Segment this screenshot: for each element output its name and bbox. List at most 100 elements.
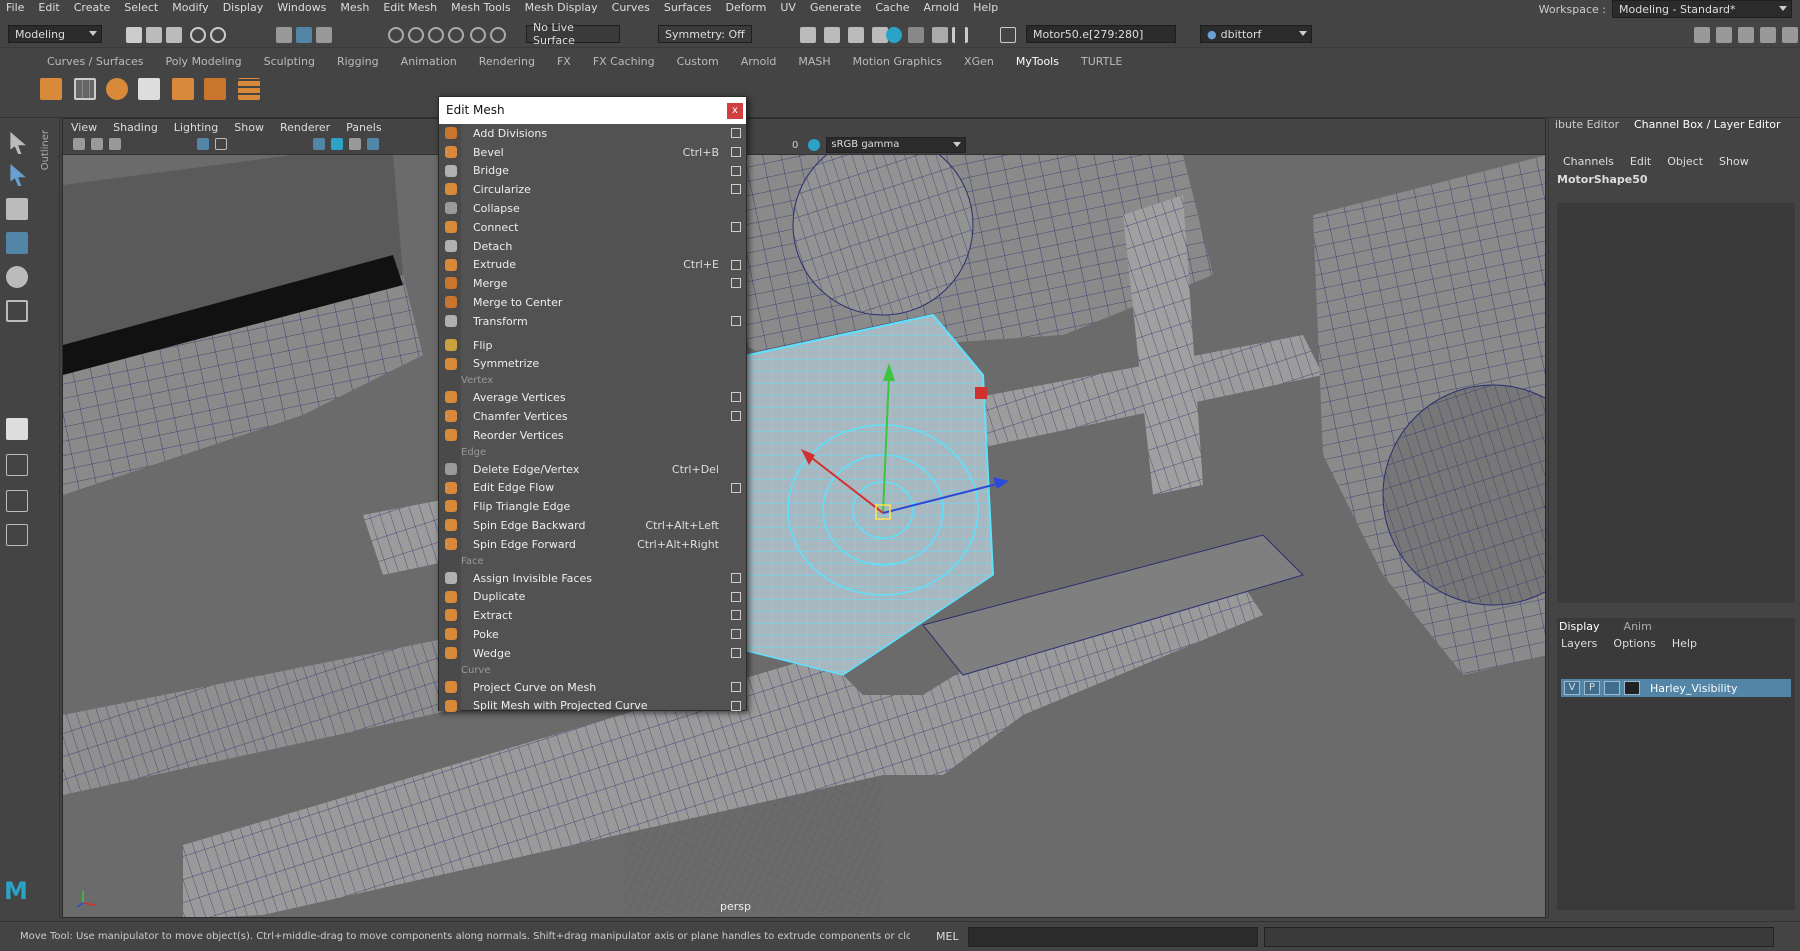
tool-settings-icon[interactable] [1738,27,1754,43]
menu-file[interactable]: File [0,1,32,14]
two-view-icon[interactable] [6,490,28,512]
channel-menu-edit[interactable]: Edit [1630,155,1651,168]
scale-tool-icon[interactable] [6,300,28,322]
layer-playback-toggle[interactable]: P [1584,681,1600,695]
outliner-strip[interactable]: Outliner [34,118,60,918]
menu-help[interactable]: Help [967,1,1006,14]
snap-surface-icon[interactable] [470,27,486,43]
menu-item-merge-to-center[interactable]: Merge to Center [439,293,746,312]
user-login-dropdown[interactable]: ● dbittorf [1200,25,1312,43]
option-box[interactable] [731,482,741,493]
edit-mesh-title-bar[interactable]: Edit Mesh [439,97,746,124]
option-box[interactable] [731,165,741,176]
menu-modify[interactable]: Modify [166,1,216,14]
menu-item-delete-edge-vertex[interactable]: Delete Edge/Vertex Ctrl+Del [439,460,746,479]
selection-name-field[interactable]: Motor50.e[279:280] [1026,25,1176,43]
layer-visibility-toggle[interactable]: V [1564,681,1580,695]
viewport-menu-view[interactable]: View [63,121,105,134]
symmetry-dropdown[interactable]: Symmetry: Off [658,25,752,43]
menu-arnold[interactable]: Arnold [918,1,968,14]
shelf-tab-arnold[interactable]: Arnold [730,54,788,70]
layer-menu-layers[interactable]: Layers [1561,637,1597,650]
option-box[interactable] [731,572,741,583]
menu-item-spin-edge-forward[interactable]: Spin Edge Forward Ctrl+Alt+Right [439,535,746,554]
viewport-menu-lighting[interactable]: Lighting [166,121,226,134]
menu-select[interactable]: Select [118,1,166,14]
bookmark-icon[interactable] [109,138,121,150]
shelf-tab-sculpting[interactable]: Sculpting [253,54,326,70]
menu-mesh[interactable]: Mesh [334,1,377,14]
shelf-tab-motion-graphics[interactable]: Motion Graphics [842,54,953,70]
menu-item-collapse[interactable]: Collapse [439,199,746,218]
option-box[interactable] [731,647,741,658]
menuset-dropdown[interactable]: Modeling [8,25,102,43]
shelf-tab-mash[interactable]: MASH [787,54,841,70]
option-box[interactable] [731,700,741,711]
menu-item-duplicate[interactable]: Duplicate [439,588,746,607]
layer-display-type-toggle[interactable] [1604,681,1620,695]
option-box[interactable] [731,681,741,692]
menu-item-chamfer-vertices[interactable]: Chamfer Vertices [439,407,746,426]
option-box[interactable] [731,146,741,157]
menu-uv[interactable]: UV [774,1,804,14]
camera-lock-icon[interactable] [91,138,103,150]
menu-create[interactable]: Create [68,1,119,14]
menu-deform[interactable]: Deform [719,1,774,14]
menu-edit[interactable]: Edit [32,1,67,14]
viewport-menu-panels[interactable]: Panels [338,121,389,134]
rotate-tool-icon[interactable] [6,266,28,288]
menu-item-flip[interactable]: Flip [439,336,746,355]
option-box[interactable] [731,591,741,602]
render-view-icon[interactable] [800,27,816,43]
option-box[interactable] [731,315,741,326]
menu-item-bridge[interactable]: Bridge [439,162,746,181]
grid-toggle-icon[interactable] [197,138,209,150]
shelf-tab-rendering[interactable]: Rendering [468,54,546,70]
tab-anim[interactable]: Anim [1624,620,1652,633]
option-box[interactable] [731,128,741,138]
layout-icon[interactable] [1782,27,1798,43]
camera-select-icon[interactable] [73,138,85,150]
exposure-value[interactable]: 0 [792,140,798,151]
shelf-sphere-icon[interactable] [106,78,128,100]
save-scene-icon[interactable] [166,27,182,43]
channel-menu-object[interactable]: Object [1667,155,1703,168]
shelf-tab-mytools[interactable]: MyTools [1005,54,1070,70]
outliner-layout-icon[interactable] [6,524,28,546]
mel-label[interactable]: MEL [936,930,959,943]
shelf-tab-turtle[interactable]: TURTLE [1070,54,1133,70]
shelf-tab-curves-surfaces[interactable]: Curves / Surfaces [36,54,155,70]
snap-point-icon[interactable] [428,27,444,43]
select-tool-icon[interactable] [10,132,26,154]
hypershade-icon[interactable] [886,27,902,43]
menu-generate[interactable]: Generate [804,1,869,14]
shelf-tab-xgen[interactable]: XGen [953,54,1005,70]
viewport-menu-show[interactable]: Show [226,121,272,134]
option-box[interactable] [731,392,741,403]
channel-box-area[interactable] [1557,203,1795,603]
live-surface-field[interactable]: No Live Surface [526,21,620,47]
menu-windows[interactable]: Windows [271,1,334,14]
menu-item-extrude[interactable]: Extrude Ctrl+E [439,256,746,275]
new-scene-icon[interactable] [126,27,142,43]
color-space-dropdown[interactable]: sRGB gamma [826,137,967,153]
snap-view-icon[interactable] [448,27,464,43]
shelf-tab-fx-caching[interactable]: FX Caching [582,54,666,70]
four-view-icon[interactable] [6,454,28,476]
attribute-editor-icon[interactable] [1716,27,1732,43]
menu-cache[interactable]: Cache [869,1,917,14]
isolate-select-icon[interactable] [367,138,379,150]
menu-item-poke[interactable]: Poke [439,625,746,644]
menu-item-merge[interactable]: Merge [439,274,746,293]
menu-item-assign-invisible-faces[interactable]: Assign Invisible Faces [439,569,746,588]
shelf-tab-fx[interactable]: FX [546,54,582,70]
tab-attribute-editor[interactable]: ibute Editor [1555,118,1619,134]
single-perspective-icon[interactable] [6,418,28,440]
select-hierarchy-icon[interactable] [276,27,292,43]
viewport-menu-shading[interactable]: Shading [105,121,166,134]
layer-menu-help[interactable]: Help [1672,637,1697,650]
menu-curves[interactable]: Curves [606,1,658,14]
menu-mesh-tools[interactable]: Mesh Tools [445,1,519,14]
menu-mesh-display[interactable]: Mesh Display [519,1,606,14]
menu-item-spin-edge-backward[interactable]: Spin Edge Backward Ctrl+Alt+Left [439,516,746,535]
